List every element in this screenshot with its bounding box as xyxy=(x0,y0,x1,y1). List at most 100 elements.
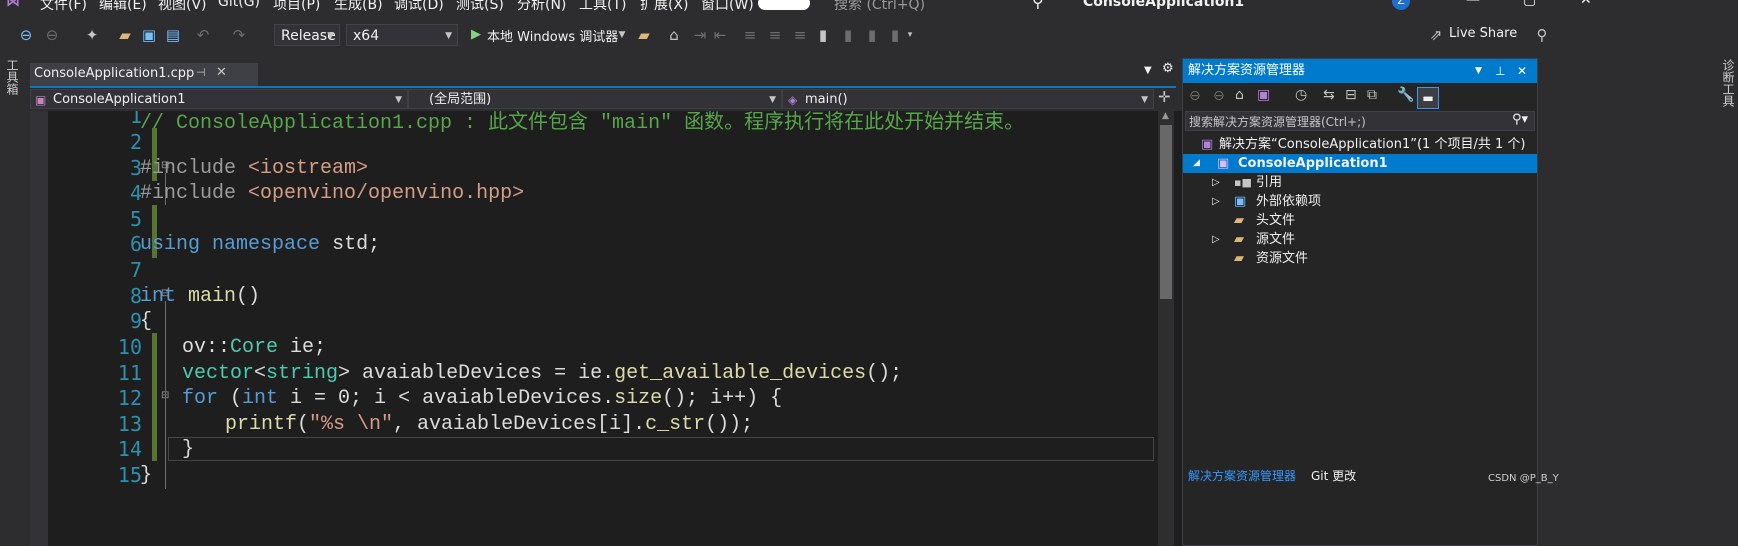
redo-icon[interactable]: ↷ xyxy=(229,25,249,45)
se-search-box[interactable]: 搜索解决方案资源管理器(Ctrl+;) ⚲▾ xyxy=(1185,111,1535,131)
collapsed-icon[interactable]: ▷ xyxy=(1212,192,1220,211)
vs-logo-icon[interactable]: ⋈ xyxy=(6,0,20,10)
tree-row-solution[interactable]: ▣ 解决方案“ConsoleApplication1”(1 个项目/共 1 个) xyxy=(1183,135,1537,154)
menu-analyze[interactable]: 分析(N) xyxy=(517,0,566,12)
menu-git[interactable]: Git(G) xyxy=(218,0,260,10)
collapsed-icon[interactable]: ▷ xyxy=(1212,173,1220,192)
scope-dropdown[interactable]: (全局范围) ▼ xyxy=(408,89,782,109)
collapse-all-icon[interactable]: ⊟ xyxy=(1345,87,1357,103)
undo-icon[interactable]: ↶ xyxy=(193,25,213,45)
tab-git-changes[interactable]: Git 更改 xyxy=(1311,467,1356,484)
properties-icon[interactable]: 🔧 xyxy=(1397,87,1414,103)
search-icon[interactable]: ⚲▾ xyxy=(1512,112,1528,127)
line-number: 15 xyxy=(117,463,142,487)
se-search-input[interactable]: 搜索解决方案资源管理器(Ctrl+;) xyxy=(1189,113,1366,130)
menu-bar: ⋈ 文件(F) 编辑(E) 视图(V) Git(G) 项目(P) 生成(B) 调… xyxy=(0,0,1738,12)
back-icon[interactable]: ⊖ xyxy=(1189,88,1201,104)
tab-list-icon[interactable]: ▼ xyxy=(1144,65,1152,76)
menu-extensions[interactable]: 扩展(X) xyxy=(640,0,689,12)
search-icon[interactable]: ⚲ xyxy=(1032,0,1044,11)
save-all-icon[interactable]: ▤ xyxy=(163,25,183,45)
tab-solution-explorer[interactable]: 解决方案资源管理器 xyxy=(1188,467,1296,484)
menu-test[interactable]: 测试(S) xyxy=(456,0,504,12)
code-line: using namespace std; xyxy=(140,233,381,256)
right-tool-strip: 诊断工具 xyxy=(1716,55,1738,546)
redacted-region xyxy=(758,0,810,10)
menu-project[interactable]: 项目(P) xyxy=(273,0,320,12)
filter-folder-icon: ▰ xyxy=(1234,213,1244,228)
close-icon[interactable]: ✕ xyxy=(1580,0,1592,8)
tree-row-references[interactable]: ▷ ▪■ 引用 xyxy=(1183,173,1537,192)
code-line: for (int i = 0; i < avaiableDevices.size… xyxy=(182,387,783,410)
run-dropdown-icon[interactable]: ▼ xyxy=(612,25,632,45)
member-dropdown[interactable]: ◈ main() ▼ xyxy=(782,89,1154,109)
pin-icon[interactable]: ⊥ xyxy=(1495,59,1505,83)
diagnostic-tools-tab[interactable]: 诊断工具 xyxy=(1720,59,1737,107)
window-menu-icon[interactable]: ▼ xyxy=(1475,59,1482,83)
open-folder-icon[interactable]: ▰ xyxy=(115,25,135,45)
home-icon[interactable]: ⌂ xyxy=(664,25,684,45)
live-share-button[interactable]: Live Share xyxy=(1449,26,1517,41)
tree-row-project[interactable]: ◢ ▣ ConsoleApplication1 xyxy=(1183,154,1537,173)
tree-row-external-deps[interactable]: ▷ ▣ 外部依赖项 xyxy=(1183,192,1537,211)
avatar[interactable]: Z xyxy=(1392,0,1410,10)
gear-icon[interactable]: ⚙ xyxy=(1162,61,1174,76)
code-editor[interactable]: 1 2 3 4 5 6 7 8 9 10 11 12 13 14 15 ⊟ ⊟ … xyxy=(30,111,1276,546)
menu-file[interactable]: 文件(F) xyxy=(40,0,87,12)
split-icon[interactable]: ✛ xyxy=(1158,88,1171,106)
collapsed-icon[interactable]: ▷ xyxy=(1212,230,1220,249)
project-label: ConsoleApplication1 xyxy=(1238,156,1388,171)
new-item-icon[interactable]: ✦ xyxy=(82,25,102,45)
forward-icon[interactable]: ⊖ xyxy=(1213,88,1225,104)
outline-guide xyxy=(165,301,166,489)
run-debugger-button[interactable]: 本地 Windows 调试器 xyxy=(487,26,618,45)
pending-changes-icon[interactable]: ◷ xyxy=(1295,87,1307,103)
save-icon[interactable]: ▣ xyxy=(139,25,159,45)
minimize-icon[interactable]: — xyxy=(1466,0,1480,8)
project-dropdown[interactable]: ▣ ConsoleApplication1 ▼ xyxy=(30,89,408,109)
tree-row-resource-files[interactable]: ▰ 资源文件 xyxy=(1183,249,1537,268)
comment-icon[interactable]: ≡ xyxy=(765,25,785,45)
search-input[interactable]: 搜索 (Ctrl+Q) xyxy=(834,0,925,12)
toolbox-tab[interactable]: 工具箱 xyxy=(4,59,21,95)
back-icon[interactable]: ⊖ xyxy=(16,25,36,45)
toolbar-options-icon[interactable]: ▾ xyxy=(900,25,920,45)
scroll-up-icon[interactable]: ▲ xyxy=(1162,111,1169,121)
prev-bookmark-icon[interactable]: ▮ xyxy=(838,25,858,45)
menu-edit[interactable]: 编辑(E) xyxy=(99,0,147,12)
doc-tab[interactable]: ConsoleApplication1.cpp ⊣ ✕ xyxy=(30,63,258,87)
breakpoint-icon[interactable]: ⇥ xyxy=(690,25,710,45)
vertical-scrollbar[interactable] xyxy=(1158,111,1174,546)
tree-row-source-files[interactable]: ▷ ▰ 源文件 xyxy=(1183,230,1537,249)
pin-icon[interactable]: ⊣ xyxy=(196,66,206,79)
line-number: 11 xyxy=(117,361,142,385)
bookmark-icon[interactable]: ▮ xyxy=(813,25,833,45)
home-icon[interactable]: ⌂ xyxy=(1235,87,1244,103)
sync-icon[interactable]: ⇆ xyxy=(1323,87,1335,103)
step-icon[interactable]: ⇤ xyxy=(710,25,730,45)
menu-view[interactable]: 视图(V) xyxy=(158,0,207,12)
maximize-icon[interactable]: ▢ xyxy=(1523,0,1536,8)
show-all-files-icon[interactable]: ⧉ xyxy=(1367,87,1377,103)
indent-icon[interactable]: ≡ xyxy=(740,25,760,45)
menu-tools[interactable]: 工具(T) xyxy=(579,0,626,12)
feedback-icon[interactable]: ⚲ xyxy=(1532,25,1552,45)
tree-row-header-files[interactable]: ▰ 头文件 xyxy=(1183,211,1537,230)
preview-selected-button[interactable]: ▬ xyxy=(1417,87,1439,109)
menu-debug[interactable]: 调试(D) xyxy=(394,0,444,12)
menu-window[interactable]: 窗口(W) xyxy=(701,0,754,12)
next-bookmark-icon[interactable]: ▮ xyxy=(862,25,882,45)
folder-icon[interactable]: ▰ xyxy=(634,25,654,45)
uncomment-icon[interactable]: ≡ xyxy=(790,25,810,45)
config-dropdown[interactable]: Release ▼ xyxy=(274,24,340,46)
expanded-icon[interactable]: ◢ xyxy=(1193,154,1200,173)
scrollbar-thumb[interactable] xyxy=(1160,125,1172,299)
platform-dropdown[interactable]: x64 ▼ xyxy=(346,24,458,46)
play-icon[interactable]: ▶ xyxy=(466,25,486,45)
switch-views-icon[interactable]: ▣ xyxy=(1257,87,1270,103)
close-tab-icon[interactable]: ✕ xyxy=(216,65,227,80)
forward-icon[interactable]: ⊖ xyxy=(42,25,62,45)
menu-build[interactable]: 生成(B) xyxy=(334,0,383,12)
close-icon[interactable]: ✕ xyxy=(1517,59,1527,83)
live-share-icon[interactable]: ⇗ xyxy=(1426,25,1446,45)
